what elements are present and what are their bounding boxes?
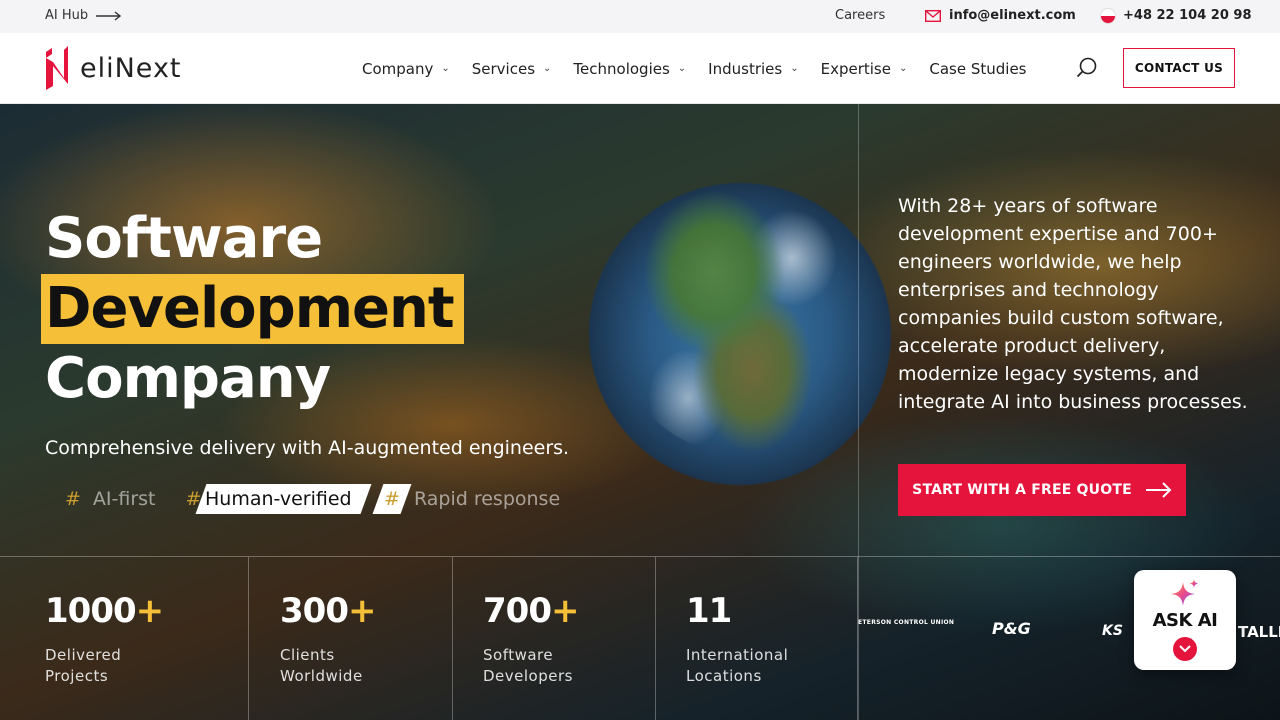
nav-item-company[interactable]: Company ⌄ — [362, 60, 450, 78]
tag-label: Rapid response — [413, 488, 561, 510]
earth-globe-image — [610, 174, 870, 454]
stat-locations: 11 International Locations — [656, 557, 858, 720]
tag-ai-first: # AI-first — [65, 488, 156, 510]
nav-label: Expertise — [820, 59, 891, 78]
stat-label: Software Developers — [483, 646, 573, 685]
ask-ai-toggle[interactable] — [1173, 637, 1197, 661]
nav-item-technologies[interactable]: Technologies ⌄ — [573, 60, 686, 78]
free-quote-button[interactable]: START WITH A FREE QUOTE — [898, 464, 1186, 516]
tag-label: AI-first — [92, 488, 156, 510]
ai-hub-label: AI Hub — [45, 8, 89, 23]
mail-icon — [925, 9, 941, 22]
phone-text: +48 22 104 20 98 — [1123, 8, 1252, 23]
arrow-right-icon — [1145, 482, 1172, 498]
hero-title-highlight: Development — [41, 274, 464, 344]
tag-rapid-response: Rapid response — [414, 488, 560, 510]
nav-label: Company — [362, 59, 434, 78]
hero-title-line3: Company — [45, 346, 331, 411]
chevron-down-icon — [1179, 645, 1191, 653]
elinext-logo-mark-icon — [46, 46, 68, 90]
stat-developers: 700+ Software Developers — [453, 557, 656, 720]
hash-icon: # — [65, 488, 81, 510]
hero-tags: # AI-first # Human-verified # Rapid resp… — [65, 484, 590, 514]
nav-label: Case Studies — [929, 59, 1027, 78]
chevron-down-icon: ⌄ — [441, 63, 450, 74]
stat-number: 700+ — [483, 591, 579, 631]
sparkle-icon — [1171, 579, 1199, 606]
stat-label: Delivered Projects — [45, 646, 122, 685]
client-logo-tallink: TALLI — [1238, 623, 1280, 641]
hero-subtitle: Comprehensive delivery with AI-augmented… — [45, 437, 570, 459]
stat-number: 1000+ — [45, 591, 164, 631]
stat-delivered-projects: 1000+ Delivered Projects — [0, 557, 249, 720]
stat-label: International Locations — [686, 646, 789, 685]
phone-link[interactable]: +48 22 104 20 98 — [1101, 8, 1252, 23]
contact-us-button[interactable]: CONTACT US — [1123, 48, 1235, 88]
tag-label: Human-verified — [205, 488, 353, 510]
tag-rapid-hash-chip: # — [372, 484, 412, 514]
client-logo-pg: P&G — [992, 619, 1031, 638]
nav-item-services[interactable]: Services ⌄ — [472, 60, 552, 78]
nav-item-expertise[interactable]: Expertise ⌄ — [821, 60, 908, 78]
primary-nav: Company ⌄ Services ⌄ Technologies ⌄ Indu… — [362, 33, 1049, 104]
hero-title-line1: Software — [45, 206, 323, 271]
cta-label: START WITH A FREE QUOTE — [912, 482, 1132, 498]
tag-human-verified: Human-verified — [195, 484, 372, 514]
ask-ai-label: ASK AI — [1152, 610, 1218, 631]
nav-item-industries[interactable]: Industries ⌄ — [708, 60, 798, 78]
nav-item-case-studies[interactable]: Case Studies — [929, 60, 1026, 78]
chevron-down-icon: ⌄ — [898, 63, 908, 74]
hero-section: Software Development Company Comprehensi… — [0, 104, 1280, 720]
arrow-right-icon — [96, 10, 122, 21]
email-link[interactable]: info@elinext.com — [925, 8, 1076, 23]
poland-flag-icon — [1101, 8, 1115, 23]
stat-number: 11 — [686, 591, 732, 631]
search-button[interactable] — [1076, 57, 1098, 83]
client-logo-ks: KS — [1102, 623, 1123, 639]
search-icon — [1076, 57, 1097, 78]
client-logo-control-union: ETERSON CONTROL UNION — [858, 619, 955, 626]
hero-title: Software Development Company — [41, 204, 464, 414]
main-navbar: eliNext Company ⌄ Services ⌄ Technologie… — [0, 33, 1280, 104]
careers-link[interactable]: Careers — [835, 8, 885, 23]
elinext-logo[interactable]: eliNext — [44, 44, 182, 92]
stat-number: 300+ — [280, 591, 376, 631]
email-text: info@elinext.com — [949, 8, 1076, 23]
chevron-down-icon: ⌄ — [677, 63, 687, 74]
ai-hub-link[interactable]: AI Hub — [45, 8, 122, 23]
stats-row: 1000+ Delivered Projects 300+ Clients Worl… — [0, 557, 858, 720]
nav-label: Services — [471, 59, 536, 78]
chevron-down-icon: ⌄ — [790, 63, 799, 74]
ask-ai-widget[interactable]: ASK AI — [1134, 570, 1236, 670]
hero-description: With 28+ years of software development e… — [898, 195, 1248, 413]
logo-wordmark: eliNext — [80, 52, 182, 84]
nav-label: Technologies — [573, 59, 670, 78]
stat-clients: 300+ Clients Worldwide — [249, 557, 453, 720]
stat-label: Clients Worldwide — [280, 646, 363, 685]
hash-icon: # — [384, 488, 400, 510]
chevron-down-icon: ⌄ — [543, 63, 552, 74]
utility-bar: AI Hub Careers info@elinext.com +48 22 1… — [0, 0, 1280, 33]
nav-label: Industries — [708, 59, 783, 78]
